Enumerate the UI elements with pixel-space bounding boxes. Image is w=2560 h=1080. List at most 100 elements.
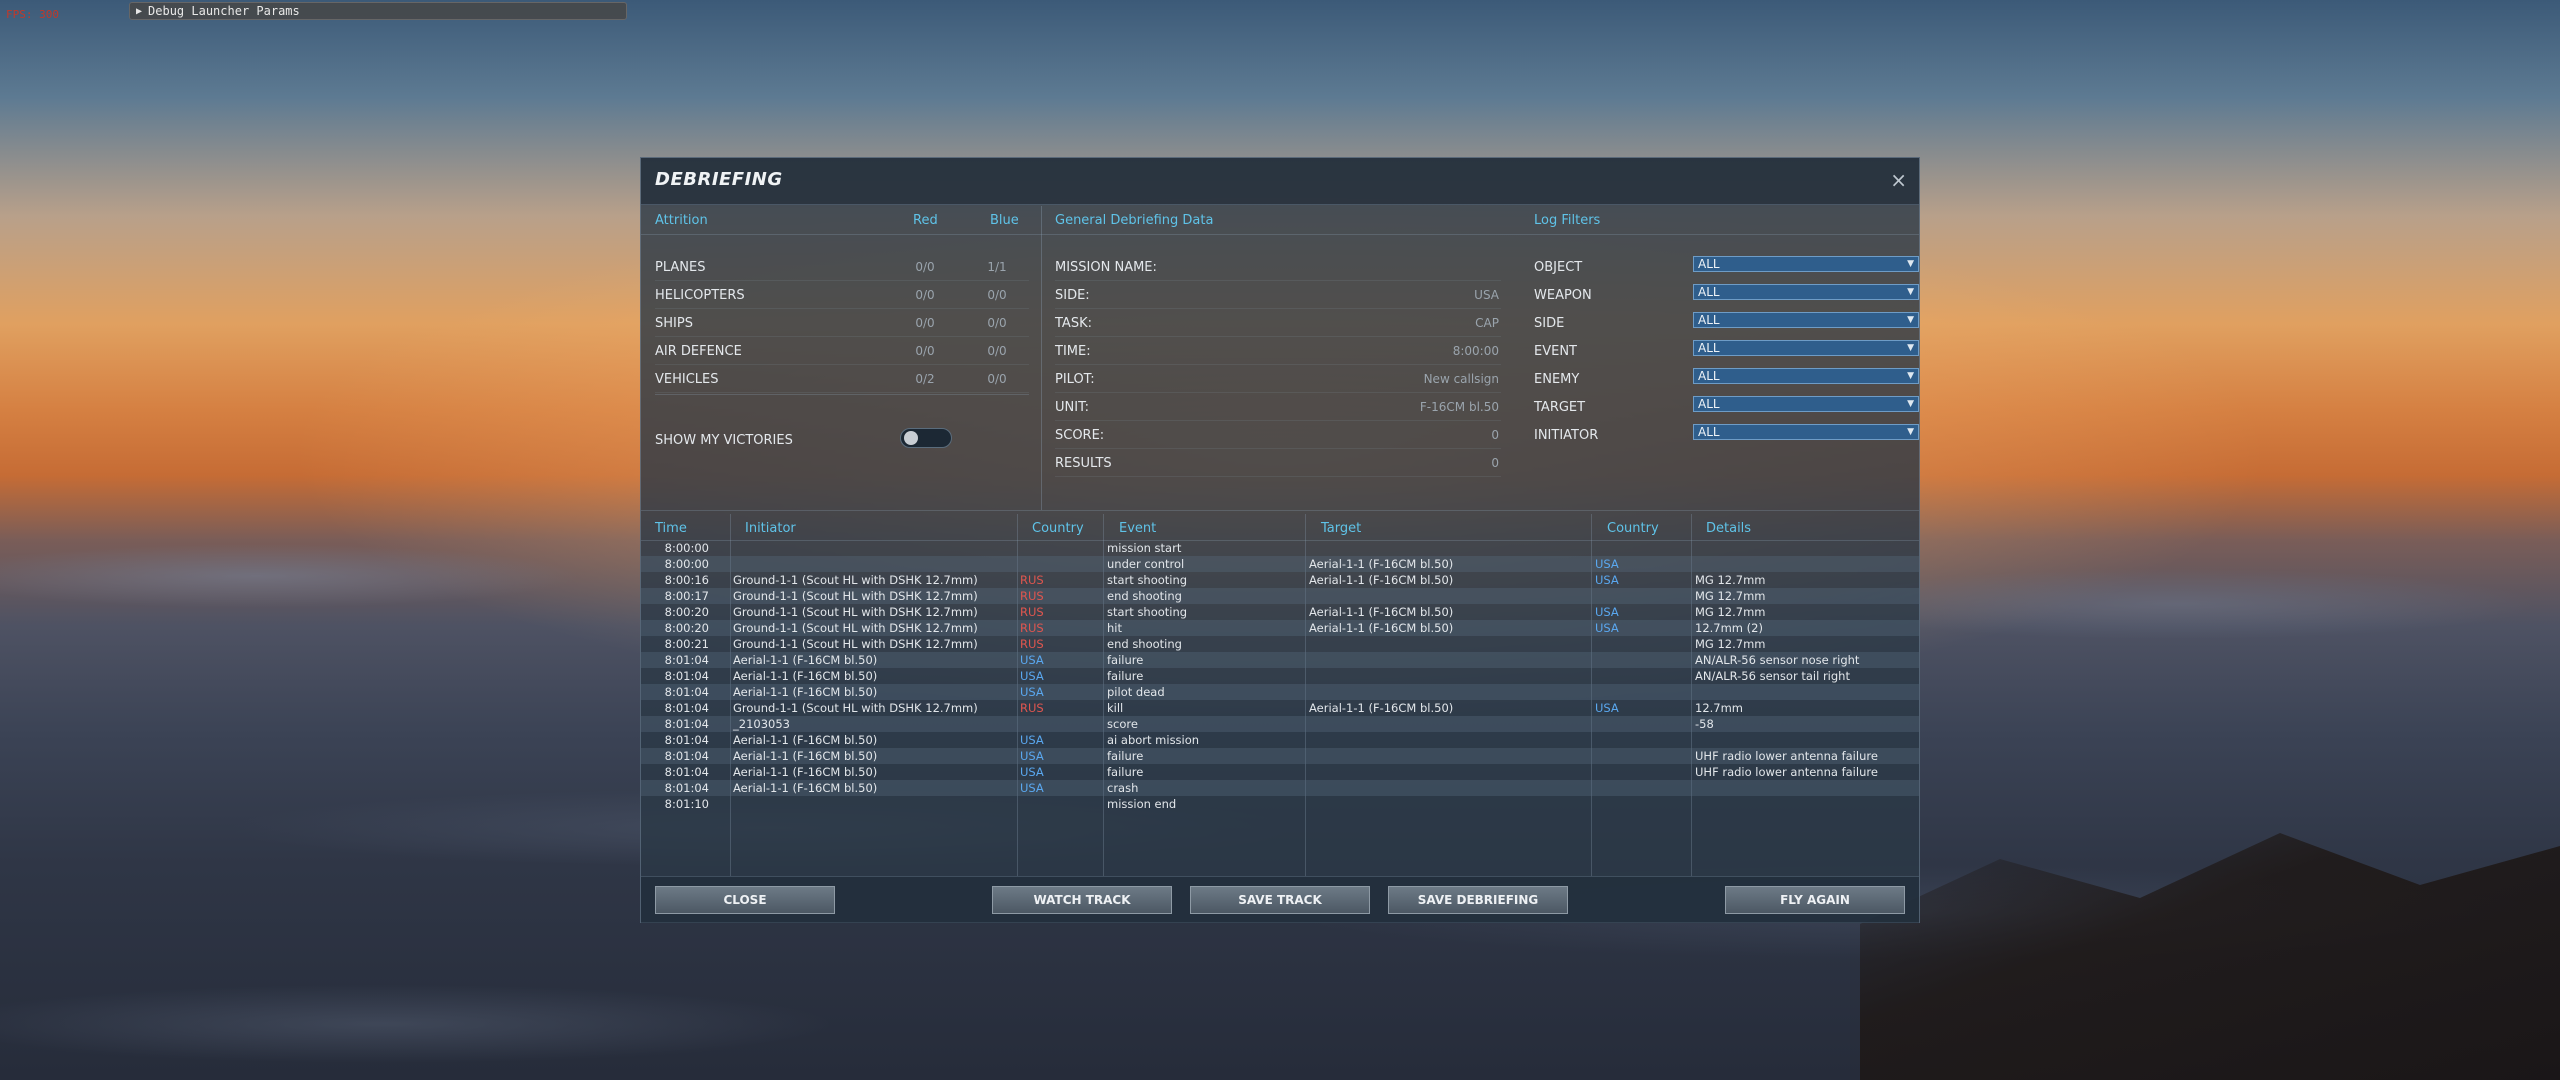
log-cell-event: start shooting [1107,573,1188,587]
log-header-country[interactable]: Country [1032,514,1084,542]
chevron-down-icon: ▼ [1907,343,1914,353]
table-row[interactable]: 8:01:10 mission end [641,796,1919,812]
log-top-divider [641,510,1919,511]
close-icon[interactable]: × [1890,168,1907,192]
general-row-label: SCORE: [1055,427,1105,443]
save-track-button[interactable]: SAVE TRACK [1190,886,1370,914]
log-cell-event: failure [1107,653,1144,667]
log-cell-time: 8:00:20 [664,621,709,635]
table-row[interactable]: 8:01:04 _2103053 score -58 [641,716,1919,732]
log-header-event[interactable]: Event [1119,514,1156,542]
row-divider [1055,448,1501,449]
log-cell-initiator: Aerial-1-1 (F-16CM bl.50) [733,765,878,779]
log-table[interactable]: 8:00:00 mission start 8:00:00 under cont… [641,540,1919,876]
log-cell-details: MG 12.7mm [1695,637,1766,651]
log-cell-details: 12.7mm [1695,701,1744,715]
filter-label: SIDE [1534,315,1565,331]
general-row-label: TIME: [1055,343,1091,359]
log-cell-event: hit [1107,621,1122,635]
log-cell-country: USA [1020,669,1044,683]
filter-dropdown-value: ALL [1698,257,1720,271]
log-cell-details: 12.7mm (2) [1695,621,1763,635]
table-row[interactable]: 8:01:04 Aerial-1-1 (F-16CM bl.50) USA fa… [641,668,1919,684]
filter-dropdown-value: ALL [1698,425,1720,439]
log-cell-country: USA [1020,749,1044,763]
row-divider [1055,392,1501,393]
log-cell-details: AN/ALR-56 sensor tail right [1695,669,1850,683]
table-row[interactable]: 8:00:17 Ground-1-1 (Scout HL with DSHK 1… [641,588,1919,604]
watch-track-button[interactable]: WATCH TRACK [992,886,1172,914]
log-header-target-country[interactable]: Country [1607,514,1659,542]
show-victories-toggle[interactable] [900,428,952,448]
log-cell-target: Aerial-1-1 (F-16CM bl.50) [1309,557,1454,571]
chevron-down-icon: ▼ [1907,371,1914,381]
log-cell-event: kill [1107,701,1124,715]
attrition-row-label: HELICOPTERS [655,287,745,303]
log-cell-country: RUS [1020,621,1044,635]
table-row[interactable]: 8:00:16 Ground-1-1 (Scout HL with DSHK 1… [641,572,1919,588]
general-row-label: SIDE: [1055,287,1090,303]
table-row[interactable]: 8:01:04 Aerial-1-1 (F-16CM bl.50) USA pi… [641,684,1919,700]
log-cell-target-country: USA [1595,621,1619,635]
log-cell-initiator: Ground-1-1 (Scout HL with DSHK 12.7mm) [733,701,978,715]
close-button[interactable]: CLOSE [655,886,835,914]
filter-dropdown[interactable]: ALL ▼ [1693,312,1919,328]
log-cell-event: mission end [1107,797,1177,811]
table-row[interactable]: 8:01:04 Aerial-1-1 (F-16CM bl.50) USA fa… [641,652,1919,668]
table-row[interactable]: 8:01:04 Aerial-1-1 (F-16CM bl.50) USA fa… [641,764,1919,780]
log-cell-target: Aerial-1-1 (F-16CM bl.50) [1309,621,1454,635]
log-cell-time: 8:01:04 [664,717,709,731]
filter-label: ENEMY [1534,371,1580,387]
attrition-row-label: AIR DEFENCE [655,343,742,359]
row-divider [655,392,1029,393]
filter-dropdown[interactable]: ALL ▼ [1693,424,1919,440]
log-cell-target: Aerial-1-1 (F-16CM bl.50) [1309,605,1454,619]
table-row[interactable]: 8:00:21 Ground-1-1 (Scout HL with DSHK 1… [641,636,1919,652]
filter-dropdown[interactable]: ALL ▼ [1693,396,1919,412]
filter-label: OBJECT [1534,259,1583,275]
log-header-target[interactable]: Target [1321,514,1361,542]
debug-launcher-params-bar[interactable]: ▶ Debug Launcher Params [129,2,627,20]
log-cell-details: UHF radio lower antenna failure [1695,749,1878,763]
attrition-blue-header: Blue [990,212,1019,228]
filter-dropdown[interactable]: ALL ▼ [1693,340,1919,356]
debug-launcher-label: Debug Launcher Params [148,4,300,18]
log-cell-time: 8:00:21 [664,637,709,651]
log-cell-event: pilot dead [1107,685,1165,699]
table-row[interactable]: 8:00:00 under control Aerial-1-1 (F-16CM… [641,556,1919,572]
filter-label: EVENT [1534,343,1577,359]
save-debriefing-button[interactable]: SAVE DEBRIEFING [1388,886,1568,914]
filter-dropdown[interactable]: ALL ▼ [1693,284,1919,300]
table-row[interactable]: 8:00:00 mission start [641,540,1919,556]
log-cell-country: RUS [1020,637,1044,651]
mountain-silhouette [1860,833,2560,1080]
filter-dropdown-value: ALL [1698,369,1720,383]
log-cell-initiator: Aerial-1-1 (F-16CM bl.50) [733,669,878,683]
attrition-red-value: 0/2 [915,372,935,386]
log-cell-initiator: Ground-1-1 (Scout HL with DSHK 12.7mm) [733,637,978,651]
attrition-red-value: 0/0 [915,260,935,274]
table-row[interactable]: 8:01:04 Aerial-1-1 (F-16CM bl.50) USA ai… [641,732,1919,748]
filter-dropdown[interactable]: ALL ▼ [1693,256,1919,272]
log-cell-details: -58 [1695,717,1714,731]
attrition-row-label: PLANES [655,259,706,275]
table-row[interactable]: 8:00:20 Ground-1-1 (Scout HL with DSHK 1… [641,620,1919,636]
fly-again-button[interactable]: FLY AGAIN [1725,886,1905,914]
table-row[interactable]: 8:00:20 Ground-1-1 (Scout HL with DSHK 1… [641,604,1919,620]
attrition-blue-value: 0/0 [987,372,1007,386]
log-cell-initiator: Aerial-1-1 (F-16CM bl.50) [733,653,878,667]
table-row[interactable]: 8:01:04 Aerial-1-1 (F-16CM bl.50) USA cr… [641,780,1919,796]
row-divider [655,364,1029,365]
table-row[interactable]: 8:01:04 Ground-1-1 (Scout HL with DSHK 1… [641,700,1919,716]
log-header-time[interactable]: Time [655,514,687,542]
filter-dropdown-value: ALL [1698,313,1720,327]
log-header-details[interactable]: Details [1706,514,1751,542]
log-header-initiator[interactable]: Initiator [745,514,796,542]
fps-counter: FPS: 300 [6,8,59,21]
row-divider [655,280,1029,281]
log-cell-initiator: Ground-1-1 (Scout HL with DSHK 12.7mm) [733,589,978,603]
log-cell-event: end shooting [1107,637,1182,651]
filter-dropdown[interactable]: ALL ▼ [1693,368,1919,384]
log-cell-initiator: Ground-1-1 (Scout HL with DSHK 12.7mm) [733,605,978,619]
table-row[interactable]: 8:01:04 Aerial-1-1 (F-16CM bl.50) USA fa… [641,748,1919,764]
